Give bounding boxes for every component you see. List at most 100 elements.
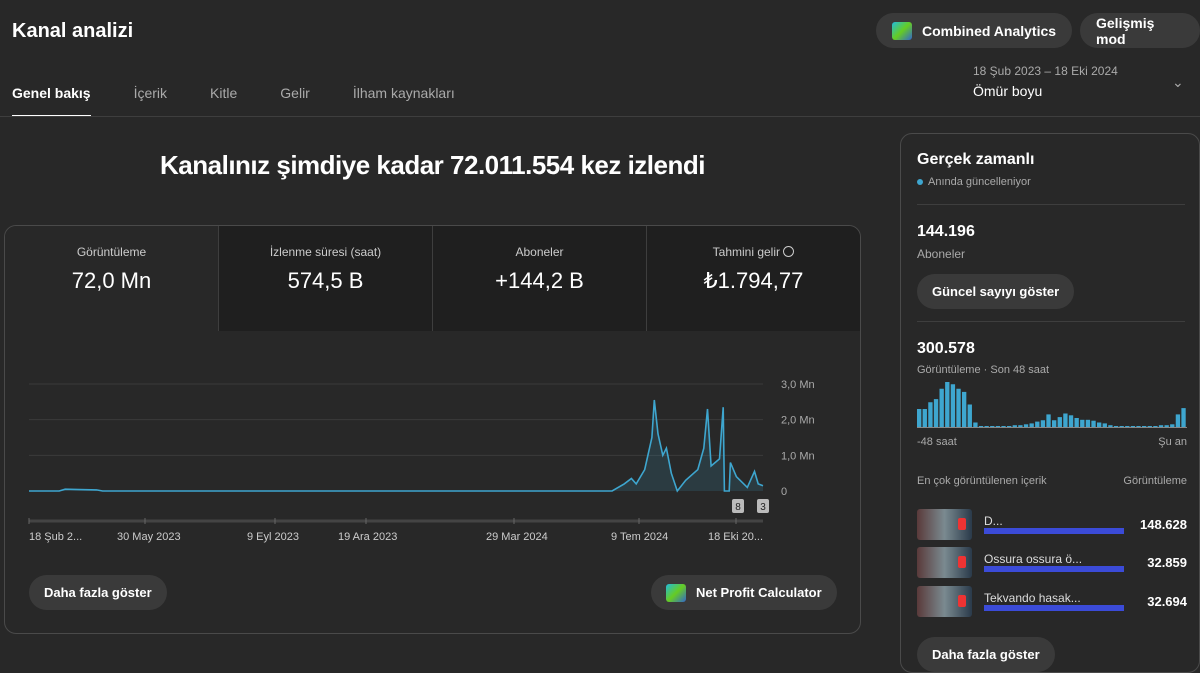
metric-label: Tahmini gelir (712, 245, 780, 259)
advanced-mode-button[interactable]: Gelişmiş mod (1080, 13, 1200, 48)
metric-subscribers[interactable]: Aboneler +144,2 B (433, 226, 647, 331)
realtime-bar (1181, 408, 1186, 427)
divider (917, 204, 1185, 205)
top-content-header: En çok görüntülenen içerik (917, 475, 1047, 487)
realtime-bar (956, 388, 961, 427)
show-more-button[interactable]: Daha fazla göster (29, 575, 167, 610)
metric-views[interactable]: Görüntüleme 72,0 Mn (5, 226, 219, 331)
metric-label: İzlenme süresi (saat) (269, 245, 382, 259)
thumbnail (917, 585, 972, 617)
realtime-bar (1113, 426, 1119, 427)
realtime-bar (1074, 418, 1079, 427)
live-dot-icon (917, 179, 923, 185)
top-content-column: Görüntüleme (1123, 475, 1187, 487)
realtime-bar (1029, 423, 1034, 427)
content-title: Tekvando hasak... (984, 591, 1124, 611)
realtime-bar (995, 426, 1001, 427)
realtime-bar (1035, 421, 1040, 427)
realtime-bar (1130, 426, 1136, 427)
realtime-subscribers-label: Aboneler (917, 247, 966, 261)
date-range[interactable]: 18 Şub 2023 – 18 Eki 2024 (973, 64, 1118, 78)
realtime-title: Gerçek zamanlı (917, 151, 1035, 168)
realtime-bar (917, 409, 922, 427)
net-profit-logo-icon (666, 583, 686, 602)
realtime-bar (1085, 419, 1091, 427)
realtime-bar (962, 391, 967, 427)
realtime-bar-chart (917, 382, 1187, 428)
tab-inspiration[interactable]: İlham kaynakları (353, 85, 455, 117)
realtime-bar (1170, 424, 1175, 427)
show-current-count-button[interactable]: Güncel sayıyı göster (917, 274, 1075, 309)
tab-revenue[interactable]: Gelir (280, 85, 310, 117)
combined-analytics-button[interactable]: Combined Analytics (876, 13, 1073, 48)
axis-start-label: -48 saat (917, 436, 957, 448)
y-tick-label: 0 (781, 486, 787, 498)
realtime-bar (1108, 425, 1113, 427)
tab-audience[interactable]: Kitle (210, 85, 237, 117)
metric-watch-time[interactable]: İzlenme süresi (saat) 574,5 B (219, 226, 433, 331)
realtime-bar (1125, 426, 1130, 427)
metric-value: +144,2 B (495, 268, 584, 293)
divider (0, 116, 1200, 117)
realtime-bar (1142, 426, 1147, 427)
x-tick-label: 18 Şub 2... (29, 531, 82, 543)
chevron-down-icon[interactable]: ⌄ (1172, 74, 1184, 91)
realtime-bar (1080, 419, 1085, 427)
list-item[interactable]: Tekvando hasak... 32.694 (917, 579, 1187, 623)
realtime-bar (978, 426, 984, 427)
realtime-subtitle-text: Anında güncelleniyor (928, 176, 1031, 188)
x-tick-label: 9 Tem 2024 (611, 531, 668, 543)
y-tick-label: 1,0 Mn (781, 450, 815, 462)
period-select[interactable]: Ömür boyu (973, 83, 1042, 99)
net-profit-calculator-button[interactable]: Net Profit Calculator (651, 575, 837, 610)
tab-content[interactable]: İçerik (134, 85, 167, 117)
annotation-marker-label: 3 (760, 502, 766, 513)
realtime-views-value: 300.578 (917, 340, 975, 357)
views-chart: 3,0 Mn 2,0 Mn 1,0 Mn 0 8 3 18 Şub 2... 30 May 2… (28, 379, 815, 543)
net-profit-label: Net Profit Calculator (696, 585, 822, 600)
realtime-bar (1052, 420, 1057, 427)
x-tick-label: 19 Ara 2023 (338, 531, 397, 543)
combined-analytics-label: Combined Analytics (922, 22, 1057, 39)
tab-overview[interactable]: Genel bakış (12, 85, 91, 117)
realtime-bar (939, 388, 944, 427)
y-tick-label: 3,0 Mn (781, 379, 815, 391)
realtime-bar (950, 384, 956, 427)
divider (917, 321, 1185, 322)
realtime-bar (1097, 422, 1102, 427)
tab-bar: Genel bakış İçerik Kitle Gelir İlham kay… (12, 85, 498, 117)
realtime-bar (973, 422, 978, 427)
page-title: Kanal analizi (12, 20, 134, 42)
realtime-bar (1001, 426, 1006, 427)
metric-label: Görüntüleme (76, 245, 147, 259)
metric-value: ₺1.794,77 (703, 268, 804, 293)
realtime-bar (1068, 415, 1074, 427)
realtime-bar (1147, 426, 1152, 427)
list-item[interactable]: Ossura ossura ö... 32.859 (917, 540, 1187, 584)
realtime-bar (967, 404, 972, 427)
realtime-bar (1046, 414, 1051, 427)
thumbnail (917, 546, 972, 578)
realtime-show-more-button[interactable]: Daha fazla göster (917, 637, 1055, 672)
realtime-bar (1153, 426, 1158, 427)
content-views: 32.859 (1147, 554, 1187, 570)
axis-end-label: Şu an (1158, 436, 1187, 448)
clock-icon (783, 246, 795, 257)
x-tick-label: 18 Eki 20... (708, 531, 763, 543)
realtime-bar (1164, 425, 1169, 427)
combined-analytics-logo-icon (892, 21, 912, 40)
realtime-bar (990, 426, 995, 427)
content-views: 32.694 (1147, 593, 1187, 609)
headline: Kanalınız şimdiye kadar 72.011.554 kez i… (160, 150, 705, 180)
metric-revenue[interactable]: Tahmini gelir ₺1.794,77 (647, 226, 860, 331)
thumbnail (917, 508, 972, 540)
metric-value: 72,0 Mn (71, 268, 152, 293)
annotation-marker-label: 8 (735, 502, 741, 513)
realtime-views-label: Görüntüleme · Son 48 saat (917, 364, 1050, 376)
x-tick-label: 30 May 2023 (117, 531, 181, 543)
realtime-bar (1175, 414, 1181, 427)
realtime-subtitle: Anında güncelleniyor (917, 176, 1031, 188)
realtime-subscribers-value: 144.196 (917, 223, 975, 240)
content-views: 148.628 (1140, 516, 1187, 532)
realtime-bar (1158, 425, 1164, 427)
